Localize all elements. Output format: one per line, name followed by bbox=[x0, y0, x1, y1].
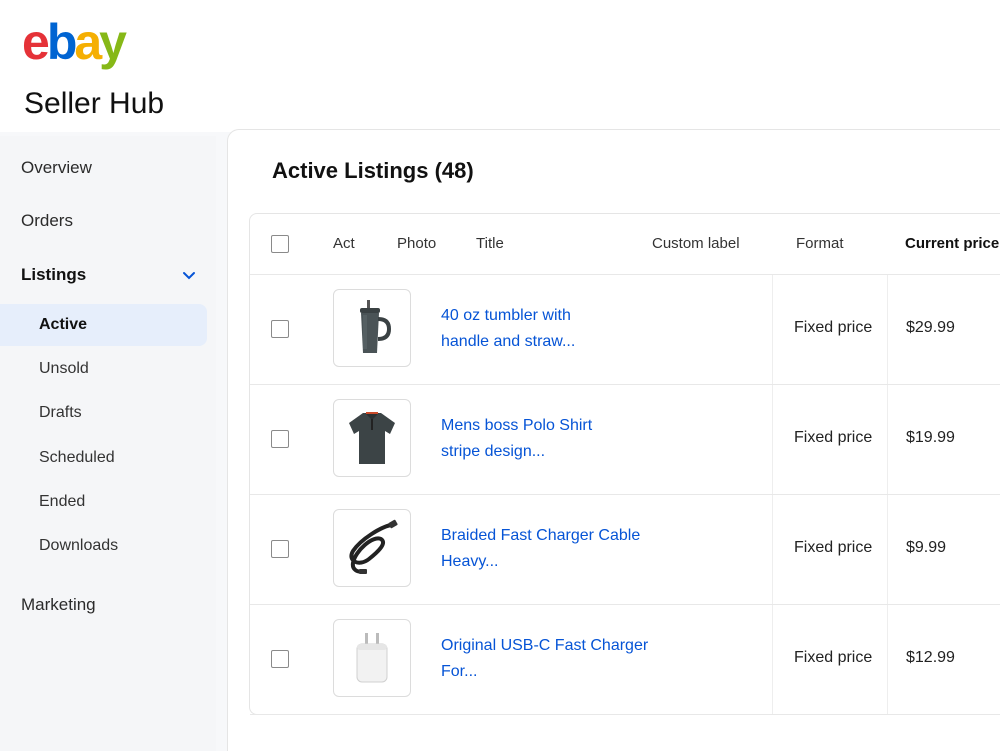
row-checkbox[interactable] bbox=[271, 540, 289, 558]
table-row: Original USB-C Fast Charger For... Fixed… bbox=[250, 605, 1000, 715]
listing-title-line[interactable]: Mens boss Polo Shirt bbox=[441, 413, 671, 439]
chevron-down-icon[interactable] bbox=[181, 270, 197, 282]
listing-title-link[interactable]: Mens boss Polo Shirt stripe design... bbox=[441, 413, 671, 465]
listing-title-line[interactable]: 40 oz tumbler with bbox=[441, 303, 671, 329]
listing-photo[interactable] bbox=[333, 619, 411, 697]
column-divider bbox=[887, 495, 888, 604]
listing-price: $19.99 bbox=[906, 429, 955, 446]
listing-title-link[interactable]: 40 oz tumbler with handle and straw... bbox=[441, 303, 671, 355]
table-header: Act Photo Title Custom label Format Curr… bbox=[250, 214, 1000, 275]
listing-title-line[interactable]: Braided Fast Charger Cable bbox=[441, 523, 671, 549]
column-divider bbox=[772, 495, 773, 604]
column-divider bbox=[772, 275, 773, 384]
sidebar-item-overview[interactable]: Overview bbox=[21, 158, 92, 178]
sidebar-subitem-scheduled[interactable]: Scheduled bbox=[0, 437, 207, 479]
listing-format: Fixed price bbox=[794, 649, 873, 666]
row-checkbox[interactable] bbox=[271, 650, 289, 668]
select-all-checkbox[interactable] bbox=[271, 235, 289, 253]
polo-shirt-photo bbox=[349, 412, 395, 464]
column-header-act[interactable]: Act bbox=[333, 235, 355, 252]
column-divider bbox=[772, 605, 773, 714]
page-title: Active Listings (48) bbox=[272, 158, 474, 183]
listing-title-line[interactable]: For... bbox=[441, 659, 671, 685]
listing-photo[interactable] bbox=[333, 509, 411, 587]
column-divider bbox=[772, 385, 773, 494]
main-panel: Active Listings (48) Act Photo Title Cus… bbox=[227, 129, 1000, 751]
sidebar-item-orders[interactable]: Orders bbox=[21, 211, 73, 231]
listing-price: $9.99 bbox=[906, 539, 947, 556]
column-divider bbox=[887, 275, 888, 384]
row-checkbox[interactable] bbox=[271, 430, 289, 448]
sidebar-subitem-active[interactable]: Active bbox=[0, 304, 207, 346]
listing-price: $29.99 bbox=[906, 319, 955, 336]
column-header-title[interactable]: Title bbox=[476, 235, 504, 252]
listing-title-link[interactable]: Braided Fast Charger Cable Heavy... bbox=[441, 523, 671, 575]
logo-letter-b: b bbox=[46, 14, 77, 70]
listing-title-line[interactable]: stripe design... bbox=[441, 439, 671, 465]
listing-price: $12.99 bbox=[906, 649, 955, 666]
listing-title-line[interactable]: Heavy... bbox=[441, 549, 671, 575]
sidebar-item-marketing[interactable]: Marketing bbox=[21, 595, 96, 615]
sidebar-subitem-ended[interactable]: Ended bbox=[0, 481, 207, 523]
column-divider bbox=[887, 385, 888, 494]
listing-title-line[interactable]: Original USB-C Fast Charger bbox=[441, 633, 671, 659]
charger-cable-photo bbox=[349, 519, 398, 574]
listing-photo[interactable] bbox=[333, 399, 411, 477]
usb-c-charger-photo bbox=[356, 633, 388, 683]
column-header-format[interactable]: Format bbox=[796, 235, 844, 252]
header: ebay Seller Hub bbox=[0, 0, 1000, 132]
logo-letter-y: y bbox=[99, 14, 127, 70]
listing-format: Fixed price bbox=[794, 319, 873, 336]
sidebar-subitem-downloads[interactable]: Downloads bbox=[0, 525, 207, 567]
logo-letter-e: e bbox=[22, 14, 50, 70]
sidebar-subitem-unsold[interactable]: Unsold bbox=[0, 348, 207, 390]
tumbler-photo bbox=[360, 300, 392, 353]
column-header-photo[interactable]: Photo bbox=[397, 235, 436, 252]
ebay-logo[interactable]: ebay bbox=[22, 12, 127, 72]
logo-letter-a: a bbox=[74, 14, 102, 70]
listing-title-line[interactable]: handle and straw... bbox=[441, 329, 671, 355]
listing-title-link[interactable]: Original USB-C Fast Charger For... bbox=[441, 633, 671, 685]
listings-table: Act Photo Title Custom label Format Curr… bbox=[249, 213, 1000, 715]
sidebar-subitem-drafts[interactable]: Drafts bbox=[0, 392, 207, 434]
row-checkbox[interactable] bbox=[271, 320, 289, 338]
sidebar-item-listings[interactable]: Listings bbox=[21, 265, 86, 285]
column-header-current-price[interactable]: Current price bbox=[905, 235, 999, 252]
table-row: 40 oz tumbler with handle and straw... F… bbox=[250, 275, 1000, 385]
hub-title: Seller Hub bbox=[24, 87, 165, 120]
column-header-custom-label[interactable]: Custom label bbox=[652, 235, 740, 252]
listing-format: Fixed price bbox=[794, 539, 873, 556]
listing-photo[interactable] bbox=[333, 289, 411, 367]
table-row: Mens boss Polo Shirt stripe design... Fi… bbox=[250, 385, 1000, 495]
column-divider bbox=[887, 605, 888, 714]
table-row: Braided Fast Charger Cable Heavy... Fixe… bbox=[250, 495, 1000, 605]
listing-format: Fixed price bbox=[794, 429, 873, 446]
